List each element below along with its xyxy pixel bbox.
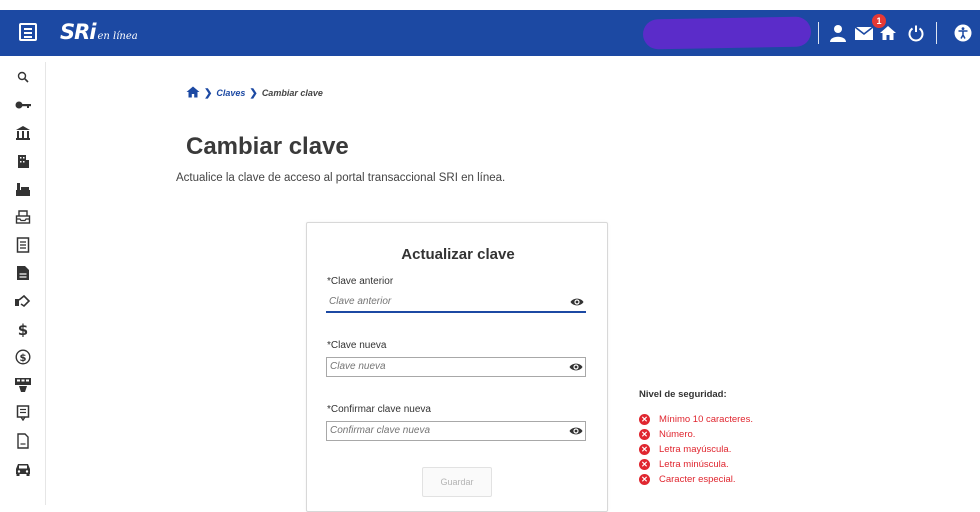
new-password-field	[326, 357, 586, 377]
coin-icon[interactable]: $	[13, 348, 33, 366]
confirm-password-label: *Confirmar clave nueva	[327, 404, 431, 415]
security-rule: ✕ Mínimo 10 caracteres.	[639, 413, 753, 426]
error-x-icon: ✕	[639, 429, 650, 440]
chevron-right-icon: ❯	[204, 87, 213, 99]
old-password-label: *Clave anterior	[327, 276, 394, 287]
document-icon[interactable]	[13, 264, 33, 282]
key-icon[interactable]	[13, 96, 33, 114]
chevron-right-icon: ❯	[249, 87, 258, 99]
error-x-icon: ✕	[639, 444, 650, 455]
logo-sub-text: en línea	[97, 31, 138, 42]
top-bar: SRi en línea 1	[0, 0, 980, 62]
cash-register-icon[interactable]	[13, 376, 33, 394]
security-rule-text: Letra mayúscula.	[659, 444, 732, 455]
breadcrumb-claves[interactable]: Claves	[216, 88, 245, 98]
document-list-icon[interactable]	[13, 236, 33, 254]
receipt-icon[interactable]	[13, 404, 33, 422]
header-divider	[818, 22, 819, 44]
security-level-panel: Nivel de seguridad: ✕ Mínimo 10 caractere…	[639, 389, 753, 488]
card-title: Actualizar clave	[401, 246, 515, 263]
page-icon[interactable]	[13, 432, 33, 450]
security-rule: ✕ Caracter especial.	[639, 473, 753, 486]
security-title: Nivel de seguridad:	[639, 389, 727, 400]
inbox-icon[interactable]	[13, 208, 33, 226]
menu-icon[interactable]	[19, 23, 37, 41]
logo-main-text: SRi	[60, 20, 96, 44]
eye-icon[interactable]	[569, 425, 583, 437]
breadcrumb: ❯ Claves ❯ Cambiar clave	[186, 86, 323, 100]
security-rule: ✕ Letra mayúscula.	[639, 443, 753, 456]
old-password-field	[326, 293, 586, 313]
search-icon[interactable]	[13, 68, 33, 86]
svg-text:$: $	[20, 353, 27, 364]
user-icon[interactable]	[826, 20, 850, 46]
page-title: Cambiar clave	[186, 133, 349, 160]
accessibility-icon[interactable]	[952, 20, 974, 46]
sidebar: $ $	[0, 62, 46, 505]
handshake-icon[interactable]	[13, 292, 33, 310]
error-x-icon: ✕	[639, 474, 650, 485]
building-icon[interactable]	[13, 152, 33, 170]
home-icon[interactable]	[877, 20, 899, 46]
new-password-label: *Clave nueva	[327, 340, 387, 351]
old-password-input[interactable]	[329, 296, 559, 307]
page-description: Actualice la clave de acceso al portal t…	[176, 172, 506, 184]
header-divider	[936, 22, 937, 44]
new-password-input[interactable]	[330, 361, 560, 372]
security-rule: ✕ Letra minúscula.	[639, 458, 753, 471]
bank-icon[interactable]	[13, 124, 33, 142]
confirm-password-input[interactable]	[330, 425, 560, 436]
security-rule-text: Caracter especial.	[659, 474, 736, 485]
svg-text:$: $	[18, 321, 28, 337]
redacted-user-name	[642, 16, 812, 50]
eye-icon[interactable]	[570, 296, 584, 308]
security-rule-text: Mínimo 10 caracteres.	[659, 414, 753, 425]
security-rule-text: Letra minúscula.	[659, 459, 729, 470]
car-icon[interactable]	[13, 460, 33, 478]
change-password-card: Actualizar clave *Clave anterior *Clave …	[306, 222, 608, 512]
breadcrumb-current: Cambiar clave	[261, 88, 323, 98]
error-x-icon: ✕	[639, 414, 650, 425]
dollar-icon[interactable]: $	[13, 320, 33, 338]
eye-icon[interactable]	[569, 361, 583, 373]
save-button[interactable]: Guardar	[422, 467, 492, 497]
security-rule-text: Número.	[659, 429, 696, 440]
home-icon[interactable]	[186, 86, 200, 100]
sri-logo[interactable]: SRi en línea	[60, 20, 138, 44]
confirm-password-field	[326, 421, 586, 441]
power-icon[interactable]	[905, 20, 927, 46]
factory-icon[interactable]	[13, 180, 33, 198]
error-x-icon: ✕	[639, 459, 650, 470]
security-rule: ✕ Número.	[639, 428, 753, 441]
